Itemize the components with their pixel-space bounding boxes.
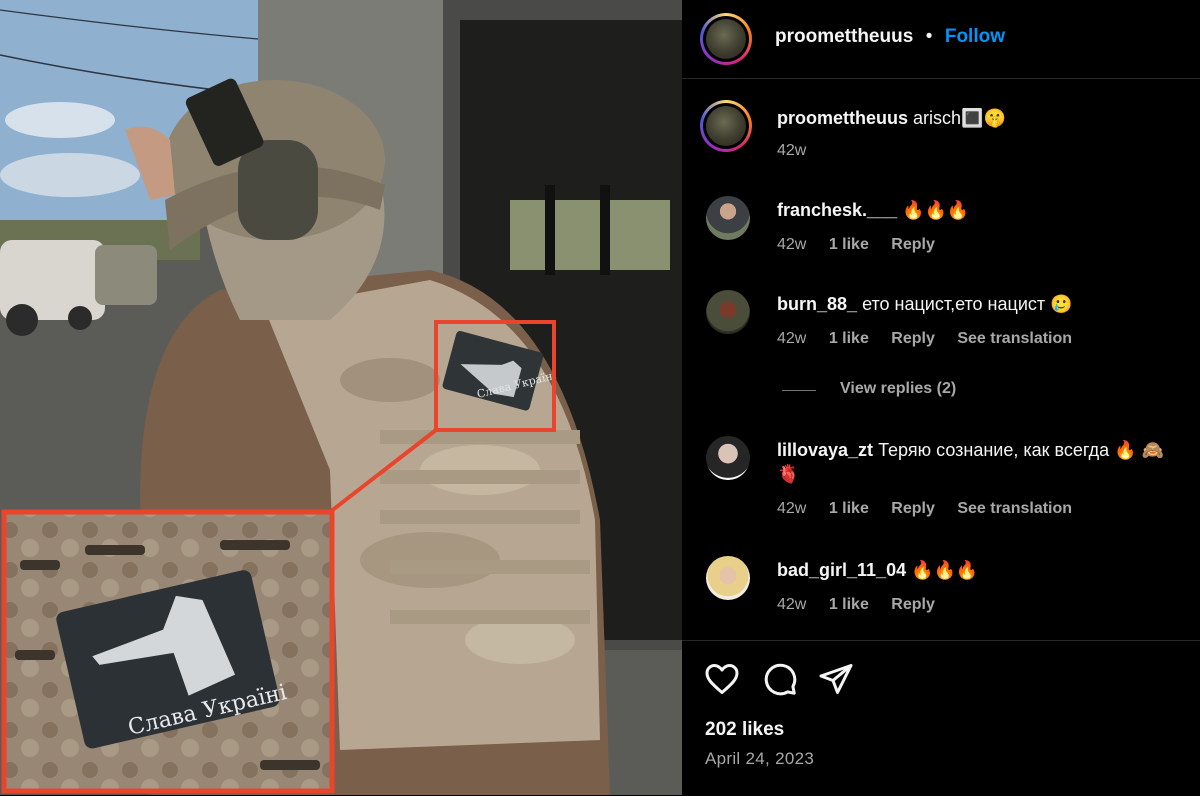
- caption-text: proomettheuus arisch🔳🤫: [777, 106, 1177, 130]
- comment-text: burn_88_ ето нацист,ето нацист 🥲: [777, 292, 1177, 316]
- reply-button[interactable]: Reply: [891, 236, 935, 253]
- reply-button[interactable]: Reply: [891, 330, 935, 347]
- comment-meta: 42w 1 like Reply See translation: [777, 330, 1090, 348]
- comment-age: 42w: [777, 596, 807, 613]
- caption-body: arisch🔳🤫: [913, 108, 1006, 128]
- zoom-inset: Слава Україні: [1, 509, 335, 794]
- comment-likes[interactable]: 1 like: [829, 330, 869, 347]
- comment-body: 🔥🔥🔥: [902, 200, 970, 220]
- comment-text: lillovaya_zt Теряю сознание, как всегда …: [777, 438, 1177, 486]
- follow-button[interactable]: Follow: [945, 26, 1005, 47]
- comment-meta: 42w 1 like Reply See translation: [777, 500, 1090, 518]
- commenter-avatar[interactable]: [706, 290, 750, 334]
- post-photo: Слава Україні Слава Україні: [0, 0, 682, 795]
- comment-body: 🔥🔥🔥: [911, 560, 979, 580]
- comment-likes[interactable]: 1 like: [829, 236, 869, 253]
- commenter-username[interactable]: franchesk.___: [777, 200, 897, 220]
- post-actions: 202 likes April 24, 2023: [682, 640, 1200, 796]
- comment-likes[interactable]: 1 like: [829, 500, 869, 517]
- comment-meta: 42w 1 like Reply: [777, 596, 953, 614]
- separator-dot: •: [925, 26, 933, 47]
- heart-icon[interactable]: [704, 661, 740, 697]
- commenter-avatar[interactable]: [706, 196, 750, 240]
- reply-button[interactable]: Reply: [891, 500, 935, 517]
- photo-scene: Слава Україні Слава Україні: [0, 0, 682, 795]
- comment-age: 42w: [777, 330, 807, 347]
- comment-text: franchesk.___ 🔥🔥🔥: [777, 198, 1177, 222]
- comment-age: 42w: [777, 500, 807, 517]
- caption-age: 42w: [777, 142, 807, 159]
- post-side-panel: proomettheuus • Follow proomettheuus ari…: [682, 0, 1200, 795]
- caption-meta: 42w: [777, 142, 824, 160]
- caption-author-avatar[interactable]: [700, 100, 752, 152]
- see-translation-button[interactable]: See translation: [957, 330, 1072, 347]
- like-count[interactable]: 202 likes: [705, 719, 784, 741]
- comment-text: bad_girl_11_04 🔥🔥🔥: [777, 558, 1177, 582]
- commenter-username[interactable]: lillovaya_zt: [777, 440, 873, 460]
- view-replies-label[interactable]: View replies (2): [840, 380, 956, 398]
- post-header: proomettheuus • Follow: [682, 0, 1200, 79]
- commenter-avatar[interactable]: [706, 436, 750, 480]
- see-translation-button[interactable]: See translation: [957, 500, 1072, 517]
- caption-username[interactable]: proomettheuus: [777, 108, 908, 128]
- replies-divider: [782, 390, 816, 391]
- comment-bubble-icon[interactable]: [762, 661, 798, 697]
- comment-age: 42w: [777, 236, 807, 253]
- comment-body: ето нацист,ето нацист 🥲: [862, 294, 1073, 314]
- author-avatar[interactable]: [700, 13, 752, 65]
- reply-button[interactable]: Reply: [891, 596, 935, 613]
- comment-meta: 42w 1 like Reply: [777, 236, 953, 254]
- commenter-username[interactable]: bad_girl_11_04: [777, 560, 906, 580]
- paper-plane-icon[interactable]: [818, 661, 854, 697]
- commenter-username[interactable]: burn_88_: [777, 294, 857, 314]
- author-username[interactable]: proomettheuus: [775, 26, 913, 47]
- commenter-avatar[interactable]: [706, 556, 750, 600]
- comment-likes[interactable]: 1 like: [829, 596, 869, 613]
- post-date: April 24, 2023: [705, 749, 815, 768]
